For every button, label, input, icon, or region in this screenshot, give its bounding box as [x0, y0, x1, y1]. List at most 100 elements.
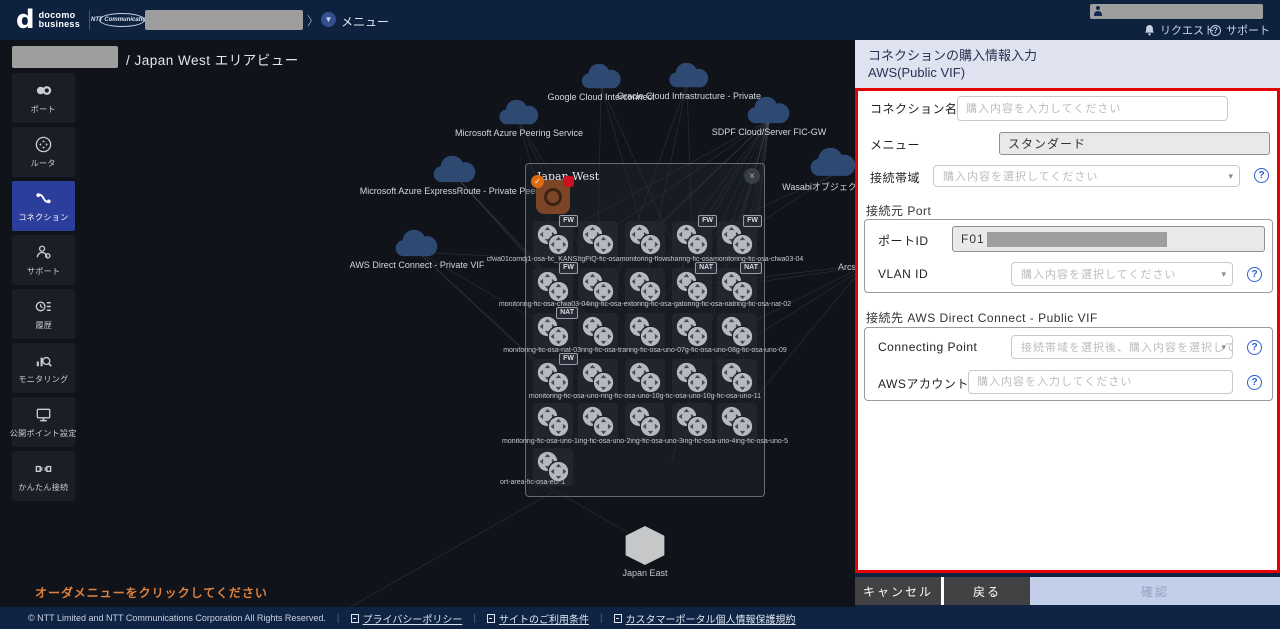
router-icon	[687, 234, 708, 255]
vlan-id-label: VLAN ID	[878, 267, 929, 281]
router-node[interactable]	[672, 313, 712, 351]
support-person-gear-icon	[36, 245, 51, 259]
router-icon	[640, 326, 661, 347]
redacted-port-id	[986, 231, 1167, 247]
person-icon	[1093, 6, 1103, 16]
node-row-label: ort-area-fic-osa-ecl-1	[500, 479, 565, 486]
router-node[interactable]	[625, 403, 665, 441]
router-icon	[732, 326, 753, 347]
sidebar-item-connection[interactable]: コネクション	[12, 181, 75, 231]
breadcrumb: / Japan West エリアビュー	[126, 53, 299, 68]
router-node[interactable]: NAT	[533, 307, 578, 351]
sidebar-item-router[interactable]: ルータ	[12, 127, 75, 177]
fw-nat-badge: FW	[559, 215, 578, 227]
request-button[interactable]: リクエスト	[1144, 22, 1215, 38]
cancel-button[interactable]: キャンセル	[855, 577, 941, 605]
router-node[interactable]	[625, 313, 665, 351]
connection-name-input[interactable]	[957, 96, 1228, 121]
cloud-icon	[430, 156, 480, 185]
footer-separator: |	[473, 612, 476, 624]
fw-nat-badge: NAT	[695, 262, 717, 274]
document-icon	[350, 613, 359, 623]
brand-area: d docomo business NTT Communications	[16, 6, 153, 34]
footer-link-personal-info[interactable]: カスタマーポータル個人情報保護規約	[613, 611, 796, 626]
fw-nat-badge: FW	[743, 215, 762, 227]
japan-east-label: Japan East	[622, 568, 668, 578]
cloud-node-azure-peering[interactable]: Microsoft Azure Peering Service	[455, 100, 583, 138]
router-node[interactable]	[578, 359, 618, 397]
router-node[interactable]: FW	[533, 353, 578, 397]
router-node[interactable]: FW	[717, 215, 762, 259]
bandwidth-label: 接続帯域	[870, 171, 921, 185]
vlan-id-select[interactable]: 購入内容を選択してください	[1011, 262, 1233, 286]
footer-link-privacy[interactable]: プライバシーポリシー	[350, 611, 462, 626]
connection-name-label: コネクション名	[870, 102, 958, 116]
port-id-field: F01	[952, 226, 1265, 252]
router-node[interactable]	[717, 403, 757, 441]
node-row-label: cfwa01comdj1-osa-fic_KANSItgFtQ-fic-osam…	[486, 256, 804, 263]
support-button[interactable]: ? サポート	[1210, 22, 1270, 38]
ports-node-icon[interactable]: ✓	[531, 175, 574, 214]
status-message: オーダメニューをクリックしてください	[35, 586, 268, 600]
port-icon	[36, 86, 52, 95]
sidebar-item-port[interactable]: ポート	[12, 73, 75, 123]
check-badge-icon: ✓	[531, 175, 544, 188]
cloud-node-azure-expressroute[interactable]: Microsoft Azure ExpressRoute - Private P…	[360, 156, 550, 196]
destination-section-title: 接続先 AWS Direct Connect - Public VIF	[866, 311, 1098, 325]
sidebar-item-support[interactable]: サポート	[12, 235, 75, 285]
cloud-node-wasabi[interactable]: Wasabiオブジェクトスト	[782, 148, 855, 193]
cloud-label-arcstar-clipped: Arcst	[838, 262, 855, 272]
footer-link-terms[interactable]: サイトのご利用条件	[486, 611, 589, 626]
footer-separator: |	[336, 612, 340, 624]
connecting-point-select[interactable]: 接続帯域を選択後、購入内容を選択してくだ	[1011, 335, 1233, 359]
bandwidth-select[interactable]: 購入内容を選択してください	[933, 165, 1240, 187]
cloud-node-aws-private-vif[interactable]: AWS Direct Connect - Private VIF	[350, 230, 484, 270]
aws-account-input[interactable]	[968, 370, 1233, 394]
router-node[interactable]: FW	[533, 215, 578, 259]
sidebar-item-monitoring[interactable]: モニタリング	[12, 343, 75, 393]
back-button[interactable]: 戻る	[944, 577, 1030, 605]
router-node[interactable]	[717, 359, 757, 397]
router-node[interactable]	[717, 313, 757, 351]
cloud-node-sdpf[interactable]: SDPF Cloud/Server FIC-GW	[712, 97, 826, 137]
router-node[interactable]	[672, 359, 712, 397]
aws-account-help-icon[interactable]: ?	[1247, 375, 1262, 390]
fw-nat-badge: FW	[698, 215, 717, 227]
history-clock-icon	[35, 301, 51, 312]
chevron-down-circle-icon[interactable]: ▼	[321, 12, 336, 27]
router-node[interactable]: FW	[672, 215, 717, 259]
router-node[interactable]	[578, 403, 618, 441]
router-icon	[732, 372, 753, 393]
router-node[interactable]	[578, 221, 618, 259]
menu-button[interactable]: メニュー	[341, 13, 389, 30]
vlan-help-icon[interactable]: ?	[1247, 267, 1262, 282]
router-node[interactable]	[672, 403, 712, 441]
confirm-button[interactable]: 確認	[1030, 577, 1280, 605]
redacted-account-name[interactable]	[1090, 4, 1263, 19]
close-icon[interactable]: ×	[744, 168, 760, 184]
sidebar: ポート ルータ コネクション サポート 履歴 モニタリング 公開ポイント設定 か…	[10, 73, 77, 501]
cloud-icon	[806, 148, 855, 179]
router-icon	[687, 281, 708, 302]
cloud-node-oracle-private[interactable]: Oracle Cloud Infrastructure - Private	[617, 63, 761, 101]
router-icon	[548, 234, 569, 255]
sidebar-item-history[interactable]: 履歴	[12, 289, 75, 339]
router-icon	[640, 281, 661, 302]
ntt-communications-logo: NTT Communications	[91, 13, 153, 27]
connection-icon	[36, 193, 51, 204]
connecting-point-help-icon[interactable]: ?	[1247, 340, 1262, 355]
bandwidth-help-icon[interactable]: ?	[1254, 168, 1269, 183]
sidebar-item-public-point[interactable]: 公開ポイント設定	[10, 397, 77, 447]
router-node[interactable]	[625, 221, 665, 259]
form-button-bar: キャンセル 戻る 確認	[855, 573, 1280, 607]
fw-nat-badge: NAT	[556, 307, 578, 319]
router-node[interactable]	[625, 359, 665, 397]
panel-title-line2: AWS(Public VIF)	[868, 65, 966, 80]
port-id-value: F01	[961, 232, 985, 246]
router-node[interactable]	[578, 313, 618, 351]
redacted-breadcrumb-root	[12, 46, 118, 68]
router-icon	[732, 281, 753, 302]
sidebar-item-easy-connect[interactable]: かんたん接続	[12, 451, 75, 501]
router-node[interactable]	[533, 403, 573, 441]
footer-separator: |	[599, 612, 603, 624]
